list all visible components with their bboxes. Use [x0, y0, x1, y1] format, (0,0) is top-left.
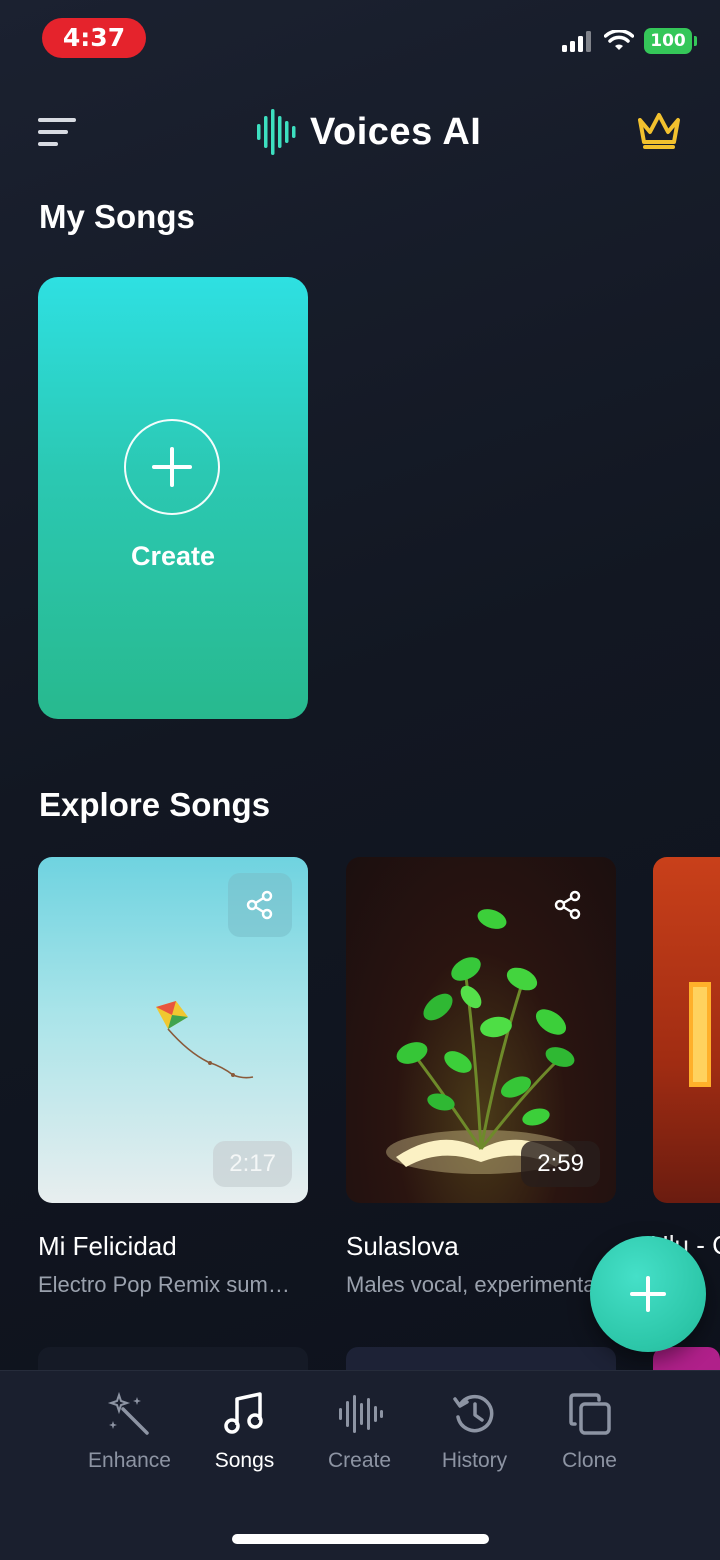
- nav-label: Clone: [562, 1449, 617, 1472]
- share-button[interactable]: [228, 873, 292, 937]
- song-description: Males vocal, experimental: [346, 1272, 601, 1297]
- nav-label: Enhance: [88, 1449, 171, 1472]
- share-icon: [554, 890, 581, 920]
- nav-item-create[interactable]: Create: [302, 1391, 417, 1481]
- song-card-sulaslova[interactable]: 2:59 Sulaslova Males vocal, experimental: [346, 857, 616, 1298]
- battery-level: 100: [650, 31, 686, 51]
- nav-label: History: [441, 1449, 508, 1472]
- room-illustration: [689, 982, 711, 1087]
- menu-icon: [38, 118, 76, 146]
- copy-icon: [568, 1393, 611, 1435]
- brand-logo: Voices AI: [256, 104, 481, 160]
- nav-item-clone[interactable]: Clone: [532, 1391, 647, 1481]
- brand-waveform-icon: [257, 109, 296, 155]
- bottom-nav: Enhance Songs Create History Clone: [0, 1370, 720, 1560]
- menu-button[interactable]: [36, 112, 80, 152]
- nav-label: Create: [327, 1449, 392, 1472]
- create-song-card[interactable]: Create: [38, 277, 308, 719]
- song-title: Mi Felicidad: [38, 1231, 177, 1261]
- song-thumbnail[interactable]: 2:17: [38, 857, 308, 1203]
- nav-item-enhance[interactable]: Enhance: [72, 1391, 187, 1481]
- status-icons: 100: [562, 28, 697, 54]
- my-songs-heading: My Songs: [39, 198, 195, 235]
- app-header: Voices AI: [0, 100, 720, 164]
- status-bar: 4:37 100: [0, 0, 720, 80]
- premium-button[interactable]: [636, 110, 682, 152]
- share-button[interactable]: [536, 873, 600, 937]
- song-title: Sulaslova: [346, 1231, 459, 1261]
- home-indicator[interactable]: [232, 1534, 489, 1544]
- plus-icon: [152, 447, 192, 487]
- wifi-icon: [604, 30, 634, 50]
- app-name: Voices AI: [310, 110, 482, 153]
- nav-label: Songs: [214, 1449, 275, 1472]
- battery-icon: 100: [644, 28, 697, 54]
- signal-icon: [562, 31, 591, 52]
- duration-badge: 2:59: [521, 1141, 600, 1187]
- status-time: 4:37: [42, 18, 146, 58]
- history-icon: [452, 1394, 493, 1433]
- crown-icon: [638, 113, 680, 149]
- song-thumbnail[interactable]: 2:59: [346, 857, 616, 1203]
- song-card-partial[interactable]: [653, 857, 720, 1203]
- nav-item-history[interactable]: History: [417, 1391, 532, 1481]
- share-icon: [246, 890, 273, 920]
- song-card-mi-felicidad[interactable]: 2:17 Mi Felicidad Electro Pop Remix summ…: [38, 857, 308, 1298]
- music-note-icon: [223, 1392, 263, 1434]
- create-card-label: Create: [130, 541, 216, 571]
- magic-wand-icon: [107, 1391, 149, 1435]
- plus-icon: [630, 1276, 666, 1312]
- nav-item-songs[interactable]: Songs: [187, 1391, 302, 1481]
- waveform-icon: [338, 1395, 383, 1433]
- explore-songs-heading: Explore Songs: [39, 786, 271, 823]
- create-fab[interactable]: [590, 1236, 706, 1352]
- duration-badge: 2:17: [213, 1141, 292, 1187]
- song-description: Electro Pop Remix summer vibes: [38, 1272, 300, 1297]
- create-plus-button[interactable]: [124, 419, 220, 515]
